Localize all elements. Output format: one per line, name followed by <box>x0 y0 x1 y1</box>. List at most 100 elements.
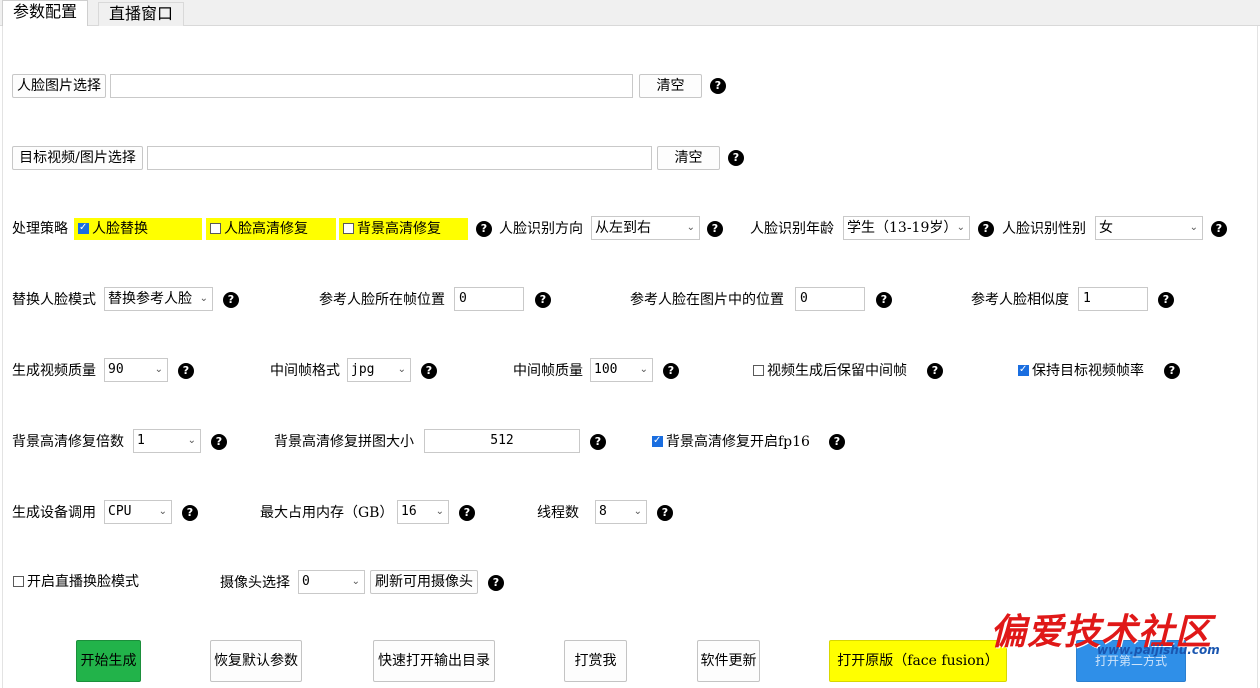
camera-label: 摄像头选择 <box>220 575 290 591</box>
ref-similarity-input[interactable]: 1 <box>1078 287 1148 311</box>
ref-frame-position-input[interactable]: 0 <box>454 287 524 311</box>
keep-fps-label: 保持目标视频帧率 <box>1032 363 1144 379</box>
frame-quality-help-icon[interactable]: ? <box>663 363 679 379</box>
target-video-clear-button[interactable]: 清空 <box>657 146 720 170</box>
threads-label: 线程数 <box>537 505 579 521</box>
face-gender-select[interactable]: 女 ⌄ <box>1095 216 1203 240</box>
checkbox-unchecked-icon <box>753 365 764 376</box>
checkbox-unchecked-icon <box>343 223 354 234</box>
reward-button[interactable]: 打赏我 <box>564 640 627 682</box>
face-age-help-icon[interactable]: ? <box>978 221 994 237</box>
checkbox-unchecked-icon <box>210 223 221 234</box>
bg-tile-size-help-icon[interactable]: ? <box>590 434 606 450</box>
ref-image-position-label: 参考人脸在图片中的位置 <box>630 292 784 308</box>
max-memory-select[interactable]: 16 ⌄ <box>397 500 449 524</box>
live-mode-checkbox[interactable]: 开启直播换脸模式 <box>9 571 139 593</box>
restore-defaults-button[interactable]: 恢复默认参数 <box>210 640 302 682</box>
ref-similarity-help-icon[interactable]: ? <box>1158 292 1174 308</box>
camera-select[interactable]: 0 ⌄ <box>298 570 365 594</box>
chevron-down-icon: ⌄ <box>1189 222 1198 233</box>
checkbox-checked-icon <box>78 219 89 237</box>
frame-format-value: jpg <box>351 362 375 377</box>
device-select[interactable]: CPU ⌄ <box>104 500 172 524</box>
swap-mode-select[interactable]: 替换参考人脸 ⌄ <box>104 287 213 311</box>
face-gender-value: 女 <box>1099 220 1113 236</box>
frame-format-label: 中间帧格式 <box>270 363 340 379</box>
threads-select[interactable]: 8 ⌄ <box>595 500 647 524</box>
refresh-cameras-button[interactable]: 刷新可用摄像头 <box>370 570 478 594</box>
chevron-down-icon: ⌄ <box>158 506 167 517</box>
start-generate-button[interactable]: 开始生成 <box>76 640 141 682</box>
face-age-label: 人脸识别年龄 <box>750 221 834 237</box>
target-video-help-icon[interactable]: ? <box>728 150 744 166</box>
tab-parameter-config[interactable]: 参数配置 <box>2 0 89 27</box>
face-enhance-label: 人脸高清修复 <box>224 221 308 237</box>
bg-enhance-checkbox[interactable]: 背景高清修复 <box>339 218 468 240</box>
bg-scale-help-icon[interactable]: ? <box>211 434 227 450</box>
video-quality-value: 90 <box>108 362 124 377</box>
face-image-path-input[interactable] <box>110 74 633 98</box>
frame-format-select[interactable]: jpg ⌄ <box>347 358 411 382</box>
face-swap-checkbox[interactable]: 人脸替换 <box>74 218 202 240</box>
face-gender-help-icon[interactable]: ? <box>1211 221 1227 237</box>
face-image-clear-button[interactable]: 清空 <box>639 74 702 98</box>
max-memory-label: 最大占用内存（GB） <box>260 505 394 521</box>
device-value: CPU <box>108 504 132 519</box>
ref-frame-position-help-icon[interactable]: ? <box>535 292 551 308</box>
bg-tile-size-input[interactable]: 512 <box>424 429 580 453</box>
keep-fps-checkbox[interactable]: 保持目标视频帧率 <box>1014 360 1144 382</box>
open-output-dir-button[interactable]: 快速打开输出目录 <box>373 640 495 682</box>
tab-live-window[interactable]: 直播窗口 <box>98 2 185 26</box>
live-mode-label: 开启直播换脸模式 <box>27 574 139 590</box>
bg-scale-value: 1 <box>137 433 145 448</box>
face-image-select-button[interactable]: 人脸图片选择 <box>12 74 106 98</box>
face-age-select[interactable]: 学生（13-19岁） ⌄ <box>843 216 970 240</box>
tab-bar: 参数配置 直播窗口 <box>0 0 1260 27</box>
bg-enhance-label: 背景高清修复 <box>357 221 441 237</box>
ref-frame-position-label: 参考人脸所在帧位置 <box>319 292 445 308</box>
target-video-select-button[interactable]: 目标视频/图片选择 <box>12 146 143 170</box>
chevron-down-icon: ⌄ <box>187 435 196 446</box>
frame-quality-label: 中间帧质量 <box>513 363 583 379</box>
face-swap-label: 人脸替换 <box>92 221 148 237</box>
face-gender-label: 人脸识别性别 <box>1002 221 1086 237</box>
config-panel: 人脸图片选择 清空 ? 目标视频/图片选择 清空 ? 处理策略 人脸替换 人脸高… <box>2 26 1258 688</box>
camera-help-icon[interactable]: ? <box>488 575 504 591</box>
strategy-help-icon[interactable]: ? <box>476 221 492 237</box>
video-quality-select[interactable]: 90 ⌄ <box>104 358 168 382</box>
keep-fps-help-icon[interactable]: ? <box>1164 363 1180 379</box>
chevron-down-icon: ⌄ <box>633 506 642 517</box>
face-direction-help-icon[interactable]: ? <box>707 221 723 237</box>
face-direction-value: 从左到右 <box>595 220 651 236</box>
bg-scale-label: 背景高清修复倍数 <box>12 434 124 450</box>
checkbox-checked-icon <box>1018 361 1029 379</box>
max-memory-help-icon[interactable]: ? <box>459 505 475 521</box>
open-original-button[interactable]: 打开原版（face fusion） <box>829 640 1007 682</box>
frame-format-help-icon[interactable]: ? <box>421 363 437 379</box>
frame-quality-value: 100 <box>594 362 618 377</box>
target-video-path-input[interactable] <box>147 146 652 170</box>
frame-quality-select[interactable]: 100 ⌄ <box>590 358 653 382</box>
video-quality-help-icon[interactable]: ? <box>178 363 194 379</box>
swap-mode-help-icon[interactable]: ? <box>223 292 239 308</box>
keep-frames-help-icon[interactable]: ? <box>927 363 943 379</box>
face-direction-select[interactable]: 从左到右 ⌄ <box>591 216 700 240</box>
chevron-down-icon: ⌄ <box>956 222 965 233</box>
bg-scale-select[interactable]: 1 ⌄ <box>133 429 201 453</box>
keep-frames-checkbox[interactable]: 视频生成后保留中间帧 <box>749 360 907 382</box>
threads-help-icon[interactable]: ? <box>657 505 673 521</box>
ref-image-position-input[interactable]: 0 <box>795 287 865 311</box>
face-image-help-icon[interactable]: ? <box>710 78 726 94</box>
chevron-down-icon: ⌄ <box>686 222 695 233</box>
ref-image-position-help-icon[interactable]: ? <box>876 292 892 308</box>
device-label: 生成设备调用 <box>12 505 96 521</box>
device-help-icon[interactable]: ? <box>182 505 198 521</box>
max-memory-value: 16 <box>401 504 417 519</box>
bg-fp16-checkbox[interactable]: 背景高清修复开启fp16 <box>648 431 810 453</box>
software-update-button[interactable]: 软件更新 <box>697 640 760 682</box>
face-enhance-checkbox[interactable]: 人脸高清修复 <box>206 218 336 240</box>
bg-fp16-help-icon[interactable]: ? <box>829 434 845 450</box>
strategy-label: 处理策略 <box>12 221 68 237</box>
ref-similarity-label: 参考人脸相似度 <box>971 292 1069 308</box>
chevron-down-icon: ⌄ <box>351 576 360 587</box>
